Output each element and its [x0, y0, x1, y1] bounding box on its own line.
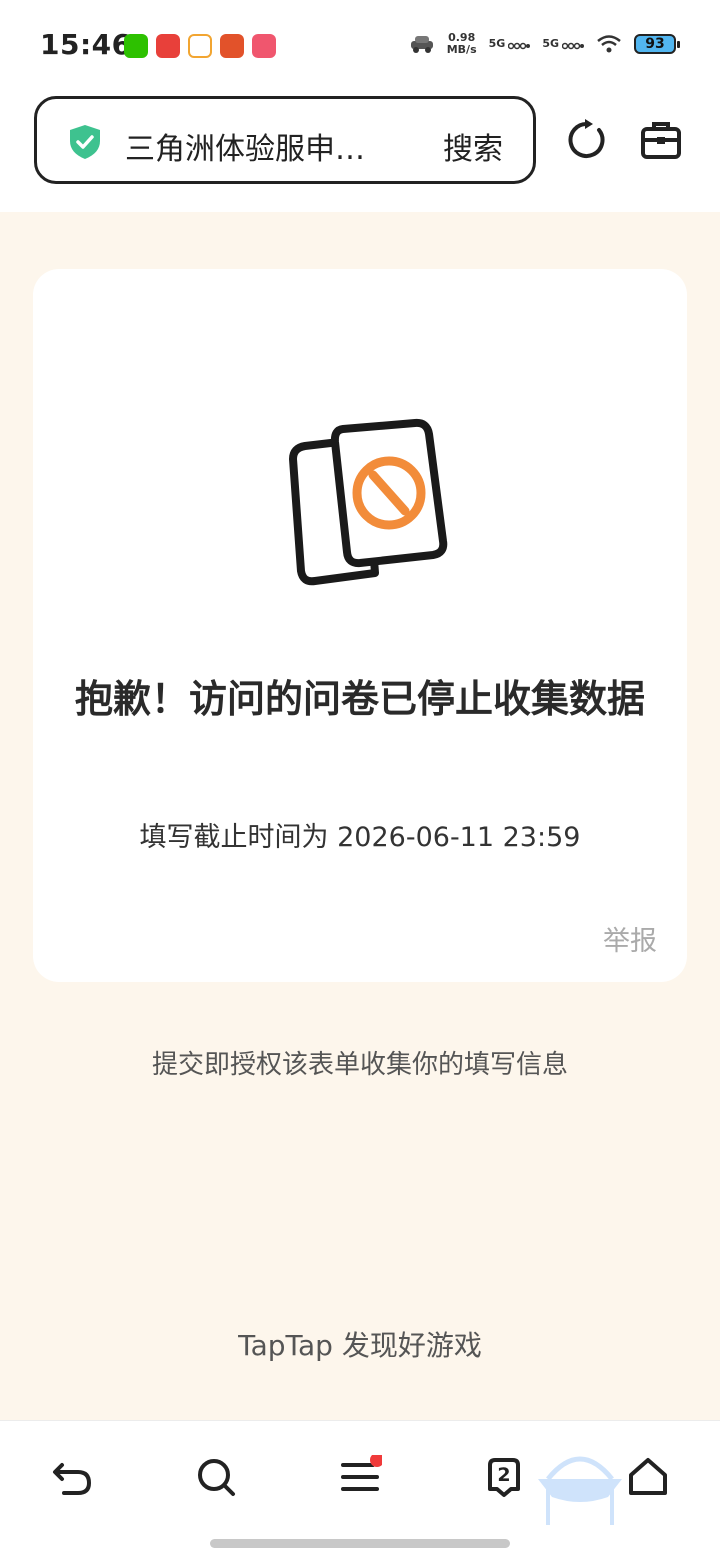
- sim2-label: 5G: [542, 37, 559, 50]
- search-button[interactable]: 搜索: [443, 124, 503, 168]
- search-icon[interactable]: [194, 1455, 238, 1499]
- shield-check-icon: [70, 125, 100, 159]
- signal-bars-icon: [562, 42, 584, 50]
- form-closed-illustration: [289, 418, 448, 586]
- battery-indicator: 93: [634, 34, 680, 54]
- footer-brand: TapTap 发现好游戏: [238, 1329, 482, 1362]
- app-58-icon: [188, 34, 212, 58]
- tabs-button[interactable]: 2: [482, 1455, 526, 1499]
- tab-count: 2: [497, 1464, 511, 1486]
- status-right: 0.98 MB/s 5G 5G 93: [409, 32, 680, 56]
- signal-bars-icon: [508, 42, 531, 50]
- url-text[interactable]: 三角洲体验服申…: [125, 124, 405, 168]
- sim2-signal: 5G: [542, 38, 584, 50]
- app-orange-icon: [220, 34, 244, 58]
- menu-icon[interactable]: [338, 1455, 382, 1499]
- app-pink-icon: [252, 34, 276, 58]
- authorization-notice: 提交即授权该表单收集你的填写信息: [151, 1050, 568, 1080]
- address-bar[interactable]: 三角洲体验服申… 搜索: [34, 96, 536, 184]
- refresh-icon[interactable]: [566, 118, 608, 162]
- report-link[interactable]: 举报: [603, 919, 657, 958]
- notification-icons: [124, 34, 276, 58]
- home-icon[interactable]: [626, 1455, 670, 1499]
- wechat-icon: [124, 34, 148, 58]
- floating-character-icon: [538, 1456, 622, 1525]
- sim1-label: 5G: [488, 37, 506, 50]
- speed-unit: MB/s: [446, 43, 477, 56]
- status-time: 15:46: [40, 28, 132, 61]
- page-content: 抱歉！访问的问卷已停止收集数据 填写截止时间为 2026-06-11 23:59…: [0, 212, 720, 1420]
- toolbox-icon[interactable]: [640, 120, 682, 160]
- app-notification-icon: [156, 34, 180, 58]
- network-speed: 0.98 MB/s: [447, 32, 477, 56]
- card-title: 抱歉！访问的问卷已停止收集数据: [74, 677, 645, 721]
- wifi-icon: [597, 35, 621, 53]
- car-icon: [410, 36, 433, 53]
- back-icon[interactable]: [50, 1455, 94, 1499]
- sim1-signal: 5G: [489, 38, 531, 50]
- home-indicator[interactable]: [210, 1539, 510, 1548]
- bottom-nav: 2: [0, 1420, 720, 1563]
- deadline-text: 填写截止时间为 2026-06-11 23:59: [139, 822, 581, 853]
- status-bar: 15:46 0.98 MB/s 5G 5G 93: [0, 0, 720, 92]
- closed-survey-card: 抱歉！访问的问卷已停止收集数据 填写截止时间为 2026-06-11 23:59…: [33, 269, 687, 982]
